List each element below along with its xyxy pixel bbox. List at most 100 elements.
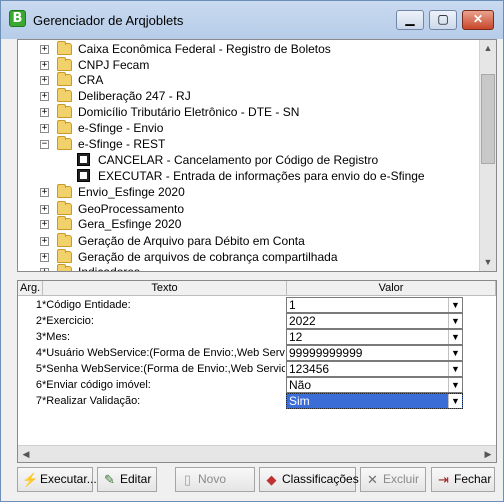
- grid-horizontal-scrollbar[interactable]: ◀ ▶: [18, 445, 496, 462]
- tree-item-label: e-Sfinge - REST: [78, 137, 166, 151]
- maximize-button[interactable]: ▢: [429, 10, 457, 30]
- argument-row[interactable]: 4 *Usuário WebService:(Forma de Envio:,W…: [18, 345, 496, 361]
- arg-value-select-selected[interactable]: Sim ▼: [286, 393, 463, 409]
- folder-icon: [57, 249, 72, 263]
- dropdown-arrow-icon[interactable]: ▼: [448, 378, 462, 392]
- arg-number: 1: [35, 299, 42, 311]
- novo-button[interactable]: ▯ Novo: [175, 467, 255, 492]
- delete-x-icon: ✕: [367, 472, 378, 487]
- tree-vertical-scrollbar[interactable]: ▲ ▼: [479, 40, 496, 271]
- arg-number: 5: [35, 363, 42, 375]
- arg-value: 2022: [289, 314, 316, 328]
- tree-item-label: EXECUTAR - Entrada de informações para e…: [98, 169, 425, 183]
- column-header-arg[interactable]: Arg.: [18, 281, 43, 296]
- tree-item-label: Geração de Arquivo para Débito em Conta: [78, 234, 305, 248]
- arg-text: *Mes:: [42, 331, 71, 343]
- argument-row[interactable]: 3 *Mes: 12 ▼: [18, 329, 496, 345]
- arg-value-select[interactable]: 2022 ▼: [286, 313, 463, 329]
- joblet-command-icon: [77, 169, 90, 182]
- tree-item-label: Envio_Esfinge 2020: [78, 185, 185, 199]
- folder-icon: [57, 120, 72, 134]
- column-header-valor[interactable]: Valor: [287, 281, 496, 296]
- window-title: Gerenciador de Arqjoblets: [33, 13, 184, 28]
- classification-icon: ◆: [266, 472, 277, 487]
- dropdown-arrow-icon[interactable]: ▼: [448, 362, 462, 376]
- tree-item-label: CNPJ Fecam: [78, 58, 150, 72]
- close-button[interactable]: ✕: [462, 10, 494, 30]
- argument-row[interactable]: 7 *Realizar Validação: Sim ▼: [18, 393, 496, 409]
- tree-item-label: e-Sfinge - Envio: [78, 121, 164, 135]
- tree-item-label: Gera_Esfinge 2020: [78, 217, 182, 231]
- expand-icon[interactable]: +: [40, 108, 49, 117]
- arg-value: Não: [289, 378, 312, 392]
- expand-icon[interactable]: +: [40, 220, 49, 229]
- dropdown-arrow-icon[interactable]: ▼: [448, 394, 462, 408]
- argument-row[interactable]: 6 *Enviar código imóvel: Não ▼: [18, 377, 496, 393]
- scroll-left-arrow-icon[interactable]: ◀: [18, 446, 34, 462]
- folder-icon: [57, 104, 72, 118]
- lightning-icon: ⚡: [22, 472, 39, 487]
- arg-value: Sim: [289, 394, 310, 408]
- close-icon: ✕: [472, 12, 484, 26]
- expand-icon[interactable]: +: [40, 188, 49, 197]
- title-bar[interactable]: B Gerenciador de Arqjoblets ▁ ▢ ✕: [1, 1, 503, 39]
- new-icon: ▯: [183, 472, 192, 487]
- argument-row[interactable]: 2 *Exercicio: 2022 ▼: [18, 313, 496, 329]
- dropdown-arrow-icon[interactable]: ▼: [448, 314, 462, 328]
- expand-icon[interactable]: +: [40, 237, 49, 246]
- arg-value-select[interactable]: Não ▼: [286, 377, 463, 393]
- expand-icon[interactable]: +: [40, 76, 49, 85]
- dropdown-arrow-icon[interactable]: ▼: [448, 346, 462, 360]
- maximize-icon: ▢: [437, 12, 449, 26]
- arg-number: 4: [35, 347, 42, 359]
- arguments-grid[interactable]: Arg. Texto Valor 1 *Código Entidade: 1 ▼ …: [17, 280, 497, 463]
- folder-icon: [57, 216, 72, 230]
- arg-value: 12: [289, 330, 303, 344]
- minimize-icon: ▁: [405, 12, 415, 26]
- scroll-up-arrow-icon[interactable]: ▲: [480, 40, 496, 57]
- arg-value-select[interactable]: 99999999999 ▼: [286, 345, 463, 361]
- arg-text: *Senha WebService:(Forma de Envio:,Web S…: [42, 363, 285, 375]
- arg-number: 3: [35, 331, 42, 343]
- folder-icon: [57, 264, 72, 271]
- folder-icon: [57, 88, 72, 102]
- expand-icon[interactable]: +: [40, 61, 49, 70]
- scroll-thumb[interactable]: [481, 74, 495, 164]
- column-header-texto[interactable]: Texto: [43, 281, 287, 296]
- expand-icon[interactable]: +: [40, 45, 49, 54]
- tree-item-label: CRA: [78, 73, 104, 87]
- editar-button[interactable]: ✎ Editar: [97, 467, 157, 492]
- arg-value-select[interactable]: 123456 ▼: [286, 361, 463, 377]
- classificacoes-button[interactable]: ◆ Classificações: [259, 467, 359, 492]
- dropdown-arrow-icon[interactable]: ▼: [448, 330, 462, 344]
- fechar-button[interactable]: ⇥ Fechar: [431, 467, 495, 492]
- tree-item-label: GeoProcessamento: [78, 202, 185, 216]
- joblet-tree[interactable]: + Caixa Econômica Federal - Registro de …: [17, 39, 497, 272]
- argument-row[interactable]: 1 *Código Entidade: 1 ▼: [18, 297, 496, 313]
- collapse-icon[interactable]: −: [40, 140, 49, 149]
- arg-value-select[interactable]: 12 ▼: [286, 329, 463, 345]
- arg-text: *Enviar código imóvel:: [42, 379, 151, 391]
- main-window: B Gerenciador de Arqjoblets ▁ ▢ ✕ + Caix…: [0, 0, 504, 502]
- scroll-down-arrow-icon[interactable]: ▼: [480, 254, 496, 271]
- executar-button[interactable]: ⚡ Executar...: [17, 467, 97, 492]
- argument-row[interactable]: 5 *Senha WebService:(Forma de Envio:,Web…: [18, 361, 496, 377]
- folder-icon: [57, 136, 72, 150]
- excluir-button[interactable]: ✕ Excluir: [360, 467, 426, 492]
- expand-icon[interactable]: +: [40, 268, 49, 271]
- expand-icon[interactable]: +: [40, 124, 49, 133]
- tree-item-label: Indicadores: [78, 265, 141, 272]
- arg-value-select[interactable]: 1 ▼: [286, 297, 463, 313]
- expand-icon[interactable]: +: [40, 92, 49, 101]
- expand-icon[interactable]: +: [40, 205, 49, 214]
- arg-value: 1: [289, 298, 296, 312]
- folder-icon: [57, 201, 72, 215]
- minimize-button[interactable]: ▁: [396, 10, 424, 30]
- dropdown-arrow-icon[interactable]: ▼: [448, 298, 462, 312]
- folder-icon: [57, 184, 72, 198]
- bottom-toolbar: ⚡ Executar... ✎ Editar ▯ Novo ◆ Classifi…: [17, 467, 497, 493]
- folder-icon: [57, 57, 72, 71]
- exit-door-icon: ⇥: [438, 472, 449, 487]
- expand-icon[interactable]: +: [40, 253, 49, 262]
- scroll-right-arrow-icon[interactable]: ▶: [480, 446, 496, 462]
